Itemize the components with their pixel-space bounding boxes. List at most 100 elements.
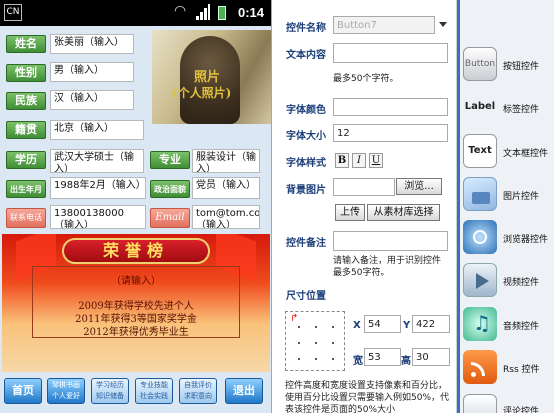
name-input[interactable]: 张美丽（输入） [50, 34, 134, 54]
position-anchor-box[interactable]: ↱ [285, 311, 345, 371]
major-label-button[interactable]: 专业 [150, 151, 190, 169]
font-color-label: 字体颜色 [286, 105, 326, 116]
birth-label-button[interactable]: 出生年月 [6, 180, 46, 198]
portrait-caption-1: 照片 [194, 70, 221, 85]
political-input[interactable]: 党员（输入） [192, 177, 260, 199]
picture-glyph [472, 192, 490, 204]
email-input[interactable]: tom@tom.com（输入） [192, 205, 260, 229]
ethnicity-label-button[interactable]: 民族 [6, 92, 46, 110]
palette-item-audio[interactable]: 音频控件 [503, 319, 539, 332]
ethnicity-input[interactable]: 汉（输入） [50, 90, 134, 110]
bottom-nav: 首页 琴棋书画 个人爱好 学习经历 知识储备 专业技能 社会实践 自我评价 求职… [2, 378, 270, 406]
palette-item-label[interactable]: 标签控件 [503, 102, 539, 115]
font-style-label: 字体样式 [286, 158, 326, 169]
palette-item-textbox[interactable]: 文本框控件 [503, 146, 548, 159]
nav-home-button[interactable]: 首页 [4, 378, 42, 404]
text-content-label: 文本内容 [286, 50, 326, 61]
signal-icon [196, 4, 210, 20]
native-place-input[interactable]: 北京（输入） [50, 120, 144, 140]
carrier-icon: CN [4, 4, 22, 21]
nav-exit-button[interactable]: 退出 [225, 378, 263, 404]
phone-label-button[interactable]: 联系电话 [6, 208, 46, 228]
compass-ring [473, 230, 487, 244]
font-color-field[interactable] [333, 98, 448, 116]
political-label-button[interactable]: 政治面貌 [150, 180, 190, 198]
font-size-label: 字体大小 [286, 131, 326, 142]
comment-control-icon[interactable] [463, 394, 497, 413]
remark-hint: 请输入备注，用于识别控件 最多50字符。 [333, 256, 442, 278]
gender-label-button[interactable]: 性别 [6, 64, 46, 82]
phone-input[interactable]: 13800138000（输入） [50, 205, 146, 229]
library-button[interactable]: 从素材库选择 [367, 204, 440, 221]
portrait-photo[interactable]: 照片 (个人照片) [152, 30, 271, 124]
play-glyph [476, 273, 489, 289]
rss-feed-icon[interactable] [463, 350, 497, 384]
anchor-arrow-icon: ↱ [290, 313, 299, 324]
palette-item-comment[interactable]: 评论控件 [503, 404, 539, 413]
birth-input[interactable]: 1988年2月（输入） [50, 177, 146, 199]
text-content-hint: 最多50个字符。 [333, 74, 399, 84]
bold-button[interactable]: B [335, 153, 349, 168]
audio-note-icon[interactable]: ♫ [463, 307, 497, 341]
properties-panel: 控件名称 Button7 文本内容 最多50个字符。 字体颜色 字体大小 12 … [273, 0, 456, 413]
italic-button[interactable]: I [352, 153, 366, 168]
note-glyph: ♫ [473, 311, 491, 335]
status-time: 0:14 [238, 5, 265, 20]
nav-hobbies-button[interactable]: 琴棋书画 个人爱好 [47, 378, 85, 404]
bg-image-label: 背景图片 [286, 185, 326, 196]
name-label-button[interactable]: 姓名 [6, 35, 46, 53]
size-footer-note: 控件高度和宽度设置支持像素和百分比，使用百分比设置只需要输入例如50%，代表该控… [285, 381, 450, 413]
nav-skills-button[interactable]: 专业技能 社会实践 [135, 378, 173, 404]
text-control-icon[interactable]: Text [463, 134, 497, 168]
nav-intent-button[interactable]: 自我评价 求职意向 [179, 378, 217, 404]
email-label-button[interactable]: Email [150, 208, 190, 228]
battery-icon [218, 6, 226, 20]
palette-item-video[interactable]: 视频控件 [503, 275, 539, 288]
phone-preview: CN ◠ 0:14 姓名 张美丽（输入） 性别 男（输入） 民族 汉（输入） 籍… [0, 0, 272, 413]
chevron-down-icon[interactable] [439, 22, 447, 27]
wifi-icon: ◠ [174, 3, 187, 19]
video-play-icon[interactable] [463, 263, 497, 297]
control-name-field[interactable]: Button7 [333, 16, 435, 34]
palette-item-rss[interactable]: Rss 控件 [503, 362, 540, 375]
honor-line: 2012年获得优秀毕业生 [83, 327, 189, 338]
height-field[interactable]: 30 [412, 348, 450, 366]
x-field[interactable]: 54 [364, 315, 401, 333]
x-label: X [353, 320, 361, 331]
rss-arc [471, 362, 485, 376]
gender-input[interactable]: 男（输入） [50, 62, 134, 82]
button-control-icon[interactable]: Button [463, 47, 497, 81]
honor-note: （请输入） [111, 276, 161, 287]
nav-study-button[interactable]: 学习经历 知识储备 [91, 378, 129, 404]
width-field[interactable]: 53 [364, 348, 401, 366]
palette-divider [457, 0, 460, 413]
width-label: 宽 [353, 356, 363, 367]
y-label: Y [403, 320, 411, 331]
underline-button[interactable]: U [369, 153, 383, 168]
portrait-caption-2: (个人照片) [172, 86, 232, 100]
text-content-field[interactable] [333, 43, 448, 63]
palette-item-browser[interactable]: 浏览器控件 [503, 232, 548, 245]
browse-button[interactable]: 浏览... [396, 178, 442, 195]
designer-screen: CN ◠ 0:14 姓名 张美丽（输入） 性别 男（输入） 民族 汉（输入） 籍… [0, 0, 554, 413]
font-size-field[interactable]: 12 [333, 124, 448, 142]
y-field[interactable]: 422 [412, 315, 450, 333]
size-position-label: 尺寸位置 [286, 291, 326, 302]
education-label-button[interactable]: 学历 [6, 151, 46, 169]
bg-image-field[interactable] [333, 178, 395, 196]
browser-compass-icon[interactable] [463, 220, 497, 254]
image-control-icon[interactable] [463, 177, 497, 211]
honor-board[interactable]: 荣誉榜 （请输入） 2009年获得学校先进个人 2011年获得3等国家奖学金 2… [2, 234, 270, 372]
palette-item-image[interactable]: 图片控件 [503, 189, 539, 202]
major-input[interactable]: 服装设计（输入） [192, 149, 260, 173]
education-input[interactable]: 武汉大学硕士（输入） [50, 149, 144, 173]
native-place-label-button[interactable]: 籍贯 [6, 121, 46, 139]
control-name-label: 控件名称 [286, 23, 326, 34]
honor-title: 荣誉榜 [62, 238, 210, 264]
control-palette: Button 按钮控件 Label 标签控件 Text 文本框控件 图片控件 浏… [456, 0, 554, 413]
height-label: 高 [401, 356, 411, 367]
label-control-icon[interactable]: Label [463, 90, 497, 124]
upload-button[interactable]: 上传 [335, 204, 365, 221]
remark-field[interactable] [333, 231, 448, 251]
palette-item-button[interactable]: 按钮控件 [503, 59, 539, 72]
